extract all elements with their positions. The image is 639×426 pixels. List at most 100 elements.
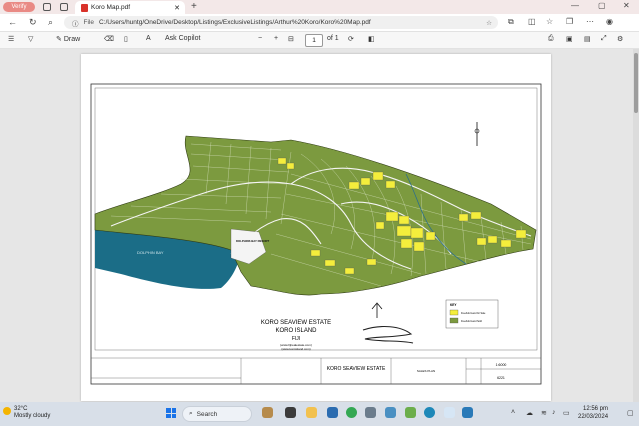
collections-icon[interactable]: ❐	[566, 17, 573, 26]
two-page-icon[interactable]: ◧	[368, 35, 375, 43]
start-icon[interactable]	[166, 408, 176, 418]
refresh-icon[interactable]: ↻	[29, 17, 37, 28]
address-path: C:/Users/huntg/OneDrive/Desktop/Listings…	[98, 19, 371, 26]
title-block	[91, 357, 541, 384]
scrollbar-thumb[interactable]	[634, 53, 638, 113]
temperature: 32°C	[14, 406, 28, 412]
fullscreen-icon[interactable]: ⤢	[601, 35, 607, 43]
address-scheme: File	[83, 19, 94, 26]
page-number-input[interactable]: 1	[305, 34, 323, 47]
read-aloud-icon[interactable]: A	[146, 35, 151, 42]
close-window-icon[interactable]: ✕	[623, 1, 630, 10]
highlight-icon[interactable]: ▽	[28, 35, 33, 43]
edge-icon[interactable]	[424, 407, 435, 418]
address-input[interactable]: ⓘ File C:/Users/huntg/OneDrive/Desktop/L…	[64, 16, 498, 29]
outlook-icon[interactable]	[327, 407, 338, 418]
north-arrow-icon	[474, 122, 480, 146]
weather-desc: Mostly cloudy	[14, 413, 51, 419]
map-web2: (www.koroisland.com)	[281, 347, 310, 351]
page-total: of 1	[327, 35, 339, 42]
map-title-line2: KORO ISLAND	[275, 328, 317, 334]
settings-gear-icon[interactable]: ⚙	[617, 35, 623, 43]
widgets-app-icon[interactable]	[262, 407, 273, 418]
save-icon[interactable]: ▣	[566, 35, 573, 43]
maps-app-icon[interactable]	[405, 407, 416, 418]
notifications-icon[interactable]: ▢	[627, 409, 634, 417]
chrome-icon[interactable]	[346, 407, 357, 418]
more-options-icon[interactable]: ⋯	[586, 17, 594, 26]
profile-label: Verify	[11, 4, 27, 10]
map-title-line3: FIJI	[292, 336, 300, 342]
resort-label: DOLPHINS BAY RESORT	[236, 239, 270, 243]
search-label: Search	[196, 410, 218, 418]
task-view-icon[interactable]	[285, 407, 296, 418]
favorites-icon[interactable]: ☆	[546, 17, 553, 26]
onedrive-icon[interactable]: ☁	[526, 409, 533, 417]
zoom-out-button[interactable]: −	[258, 35, 262, 42]
file-explorer-icon[interactable]	[306, 407, 317, 418]
erase-icon[interactable]: ⌫	[104, 35, 114, 43]
clock-date: 22/03/2024	[578, 414, 609, 420]
legend-swatch-sale	[449, 309, 459, 316]
split-screen-icon[interactable]: ◫	[528, 17, 536, 26]
back-icon[interactable]: ←	[8, 17, 17, 27]
tab-actions-icon[interactable]	[60, 3, 68, 11]
page-view-icon[interactable]: ▯	[124, 35, 128, 43]
zoom-in-label: +	[274, 35, 279, 42]
tb-scale: 1:6000	[496, 363, 507, 367]
tb-estate-name: KORO SEAVIEW ESTATE	[327, 366, 386, 372]
search-glyph-icon: ⌕	[189, 410, 193, 417]
clock[interactable]: 12:56 pm 22/03/2024	[578, 405, 608, 421]
pdf-icon	[81, 3, 88, 12]
bay-label: DOLPHIN BAY	[137, 250, 164, 255]
copilot-icon[interactable]: ◉	[606, 17, 613, 26]
settings-app-icon[interactable]	[444, 407, 455, 418]
workspaces-icon[interactable]	[43, 3, 51, 11]
maximize-icon[interactable]: ▢	[598, 1, 606, 10]
save-as-icon[interactable]: ▤	[584, 35, 591, 43]
map-title-line1: KORO SEAVIEW ESTATE	[261, 320, 331, 326]
fit-page-icon[interactable]: ⊟	[288, 35, 294, 43]
volume-icon[interactable]: ♪	[552, 409, 556, 416]
vertical-scrollbar[interactable]	[633, 49, 639, 402]
battery-icon[interactable]: ▭	[563, 409, 570, 417]
location-arrow-icon	[371, 302, 383, 318]
legend-swatch-sold	[449, 317, 459, 324]
page-current: 1	[312, 37, 316, 44]
site-plan-map: DOLPHIN BAY DOLPHINS BAY RESORT KORO SEA…	[90, 83, 542, 385]
weather-icon[interactable]	[3, 407, 11, 415]
favorite-star-icon[interactable]: ☆	[486, 19, 492, 27]
rotate-icon[interactable]: ⟳	[348, 35, 354, 43]
zoom-in-button[interactable]: +	[274, 35, 278, 42]
ask-copilot-button[interactable]: Ask Copilot	[165, 35, 200, 42]
print-icon[interactable]: ⎙	[548, 35, 554, 43]
signature	[362, 325, 414, 344]
profile-button[interactable]: Verify	[3, 2, 35, 12]
copilot-label: Ask Copilot	[165, 35, 201, 42]
camera-icon[interactable]	[365, 407, 376, 418]
tab-title: Koro Map.pdf	[91, 4, 131, 11]
tab-koro-map[interactable]: Koro Map.pdf ✕	[75, 1, 185, 14]
draw-label: Draw	[63, 36, 81, 43]
close-tab-icon[interactable]: ✕	[174, 4, 180, 12]
tray-chevron-icon[interactable]: ˄	[511, 409, 515, 416]
legend-sale-label: Freehold Land for Sale	[461, 312, 486, 315]
clock-time: 12:56 pm	[583, 406, 609, 412]
contents-icon[interactable]: ☰	[8, 35, 14, 43]
info-icon: ⓘ	[72, 20, 79, 28]
draw-button[interactable]: ✎ Draw	[56, 35, 80, 43]
legend-title: KEY	[450, 303, 457, 307]
photos-icon[interactable]	[385, 407, 396, 418]
taskbar-search[interactable]: ⌕ Search	[182, 406, 252, 422]
weather-widget[interactable]: 32°C Mostly cloudy	[14, 406, 50, 420]
extensions-icon[interactable]: ⧉	[508, 17, 514, 27]
new-tab-button[interactable]: +	[191, 1, 197, 12]
tb-drawing-number: 6221	[497, 376, 505, 380]
search-icon[interactable]: ⌕	[48, 17, 53, 28]
wifi-icon[interactable]: ≋	[541, 409, 547, 417]
legend: KEY Freehold Land for Sale Freehold Land…	[445, 299, 499, 329]
store-app-icon[interactable]	[462, 407, 473, 418]
zoom-out-label: −	[258, 35, 263, 42]
minimize-icon[interactable]: —	[571, 1, 579, 10]
tb-sheet-title: SALES PLAN	[417, 369, 435, 373]
